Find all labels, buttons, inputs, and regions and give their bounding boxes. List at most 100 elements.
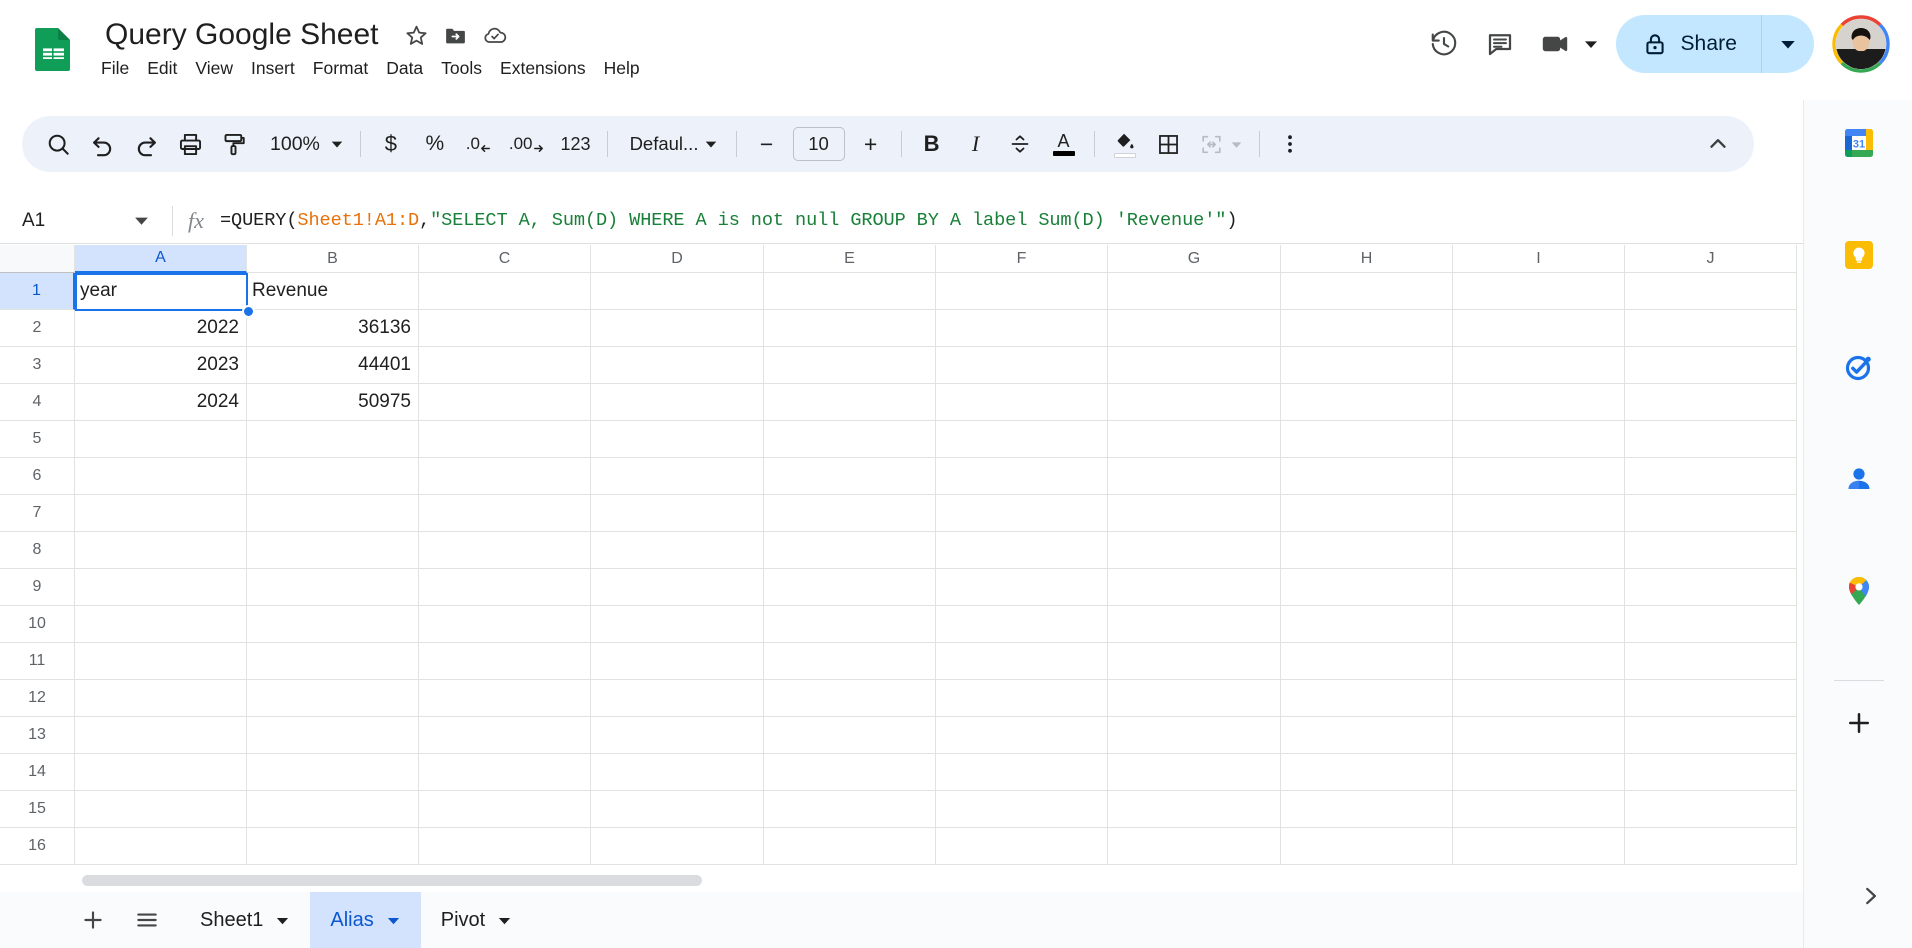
cell-D8[interactable] — [591, 532, 764, 569]
cell-I2[interactable] — [1453, 310, 1625, 347]
cell-H5[interactable] — [1281, 421, 1453, 458]
column-header-h[interactable]: H — [1281, 245, 1453, 273]
row-header-4[interactable]: 4 — [0, 384, 75, 421]
menu-insert[interactable]: Insert — [242, 54, 304, 82]
row-header-11[interactable]: 11 — [0, 643, 75, 680]
google-maps-icon[interactable] — [1836, 568, 1882, 614]
cell-D1[interactable] — [591, 273, 764, 310]
cell-G16[interactable] — [1108, 828, 1281, 865]
cell-H1[interactable] — [1281, 273, 1453, 310]
google-contacts-icon[interactable] — [1836, 456, 1882, 502]
cell-A16[interactable] — [75, 828, 247, 865]
cell-H12[interactable] — [1281, 680, 1453, 717]
paint-format-icon[interactable] — [214, 124, 254, 164]
menu-data[interactable]: Data — [377, 54, 432, 82]
cell-D3[interactable] — [591, 347, 764, 384]
cell-C4[interactable] — [419, 384, 591, 421]
cell-F2[interactable] — [936, 310, 1108, 347]
cell-G7[interactable] — [1108, 495, 1281, 532]
italic-button[interactable]: I — [956, 124, 996, 164]
cell-C8[interactable] — [419, 532, 591, 569]
menu-extensions[interactable]: Extensions — [491, 54, 595, 82]
undo-icon[interactable] — [82, 124, 122, 164]
collapse-toolbar-button[interactable] — [1698, 124, 1738, 164]
row-header-3[interactable]: 3 — [0, 347, 75, 384]
cell-F9[interactable] — [936, 569, 1108, 606]
all-sheets-menu-button[interactable] — [126, 899, 168, 941]
cell-B16[interactable] — [247, 828, 419, 865]
cell-F15[interactable] — [936, 791, 1108, 828]
cell-F16[interactable] — [936, 828, 1108, 865]
cell-C3[interactable] — [419, 347, 591, 384]
cell-F3[interactable] — [936, 347, 1108, 384]
cell-F11[interactable] — [936, 643, 1108, 680]
google-calendar-icon[interactable]: 31 — [1836, 120, 1882, 166]
cell-I1[interactable] — [1453, 273, 1625, 310]
cell-A15[interactable] — [75, 791, 247, 828]
cell-F5[interactable] — [936, 421, 1108, 458]
number-format-button[interactable]: 123 — [555, 124, 597, 164]
comment-icon[interactable] — [1476, 20, 1524, 68]
cell-E9[interactable] — [764, 569, 936, 606]
cell-D12[interactable] — [591, 680, 764, 717]
column-header-i[interactable]: I — [1453, 245, 1625, 273]
column-header-g[interactable]: G — [1108, 245, 1281, 273]
zoom-level-dropdown[interactable]: 100% — [258, 124, 350, 164]
cell-F4[interactable] — [936, 384, 1108, 421]
function-icon[interactable]: fx — [173, 208, 219, 234]
cell-F14[interactable] — [936, 754, 1108, 791]
cell-A2[interactable]: 2022 — [75, 310, 247, 347]
share-dropdown-icon[interactable] — [1762, 15, 1814, 73]
cell-G13[interactable] — [1108, 717, 1281, 754]
cell-I3[interactable] — [1453, 347, 1625, 384]
cell-I8[interactable] — [1453, 532, 1625, 569]
cell-G11[interactable] — [1108, 643, 1281, 680]
cell-E1[interactable] — [764, 273, 936, 310]
cell-I10[interactable] — [1453, 606, 1625, 643]
formula-input[interactable]: =QUERY(Sheet1!A1:D, "SELECT A, Sum(D) WH… — [220, 198, 1912, 244]
cell-A11[interactable] — [75, 643, 247, 680]
sheet-tab-dropdown-icon[interactable] — [275, 913, 290, 928]
currency-format-button[interactable]: $ — [371, 124, 411, 164]
star-icon[interactable] — [402, 20, 432, 50]
chevron-right-icon[interactable] — [1850, 876, 1890, 916]
menu-tools[interactable]: Tools — [432, 54, 491, 82]
decrease-font-size-button[interactable]: − — [747, 124, 787, 164]
cell-B14[interactable] — [247, 754, 419, 791]
cell-E8[interactable] — [764, 532, 936, 569]
row-header-14[interactable]: 14 — [0, 754, 75, 791]
column-header-j[interactable]: J — [1625, 245, 1797, 273]
decrease-decimal-button[interactable]: .0 — [459, 124, 499, 164]
horizontal-scrollbar-thumb[interactable] — [82, 875, 702, 886]
cell-G10[interactable] — [1108, 606, 1281, 643]
row-header-10[interactable]: 10 — [0, 606, 75, 643]
cell-C16[interactable] — [419, 828, 591, 865]
menu-edit[interactable]: Edit — [138, 54, 186, 82]
cell-C11[interactable] — [419, 643, 591, 680]
increase-font-size-button[interactable]: + — [851, 124, 891, 164]
font-family-dropdown[interactable]: Defaul... — [618, 124, 726, 164]
cloud-saved-icon[interactable] — [480, 20, 510, 50]
cell-I4[interactable] — [1453, 384, 1625, 421]
cell-A14[interactable] — [75, 754, 247, 791]
cell-E15[interactable] — [764, 791, 936, 828]
row-header-2[interactable]: 2 — [0, 310, 75, 347]
cell-H9[interactable] — [1281, 569, 1453, 606]
cell-J3[interactable] — [1625, 347, 1797, 384]
cell-C10[interactable] — [419, 606, 591, 643]
cell-B1[interactable]: Revenue — [247, 273, 419, 310]
cell-J8[interactable] — [1625, 532, 1797, 569]
cell-F13[interactable] — [936, 717, 1108, 754]
column-header-e[interactable]: E — [764, 245, 936, 273]
cell-A5[interactable] — [75, 421, 247, 458]
cell-B2[interactable]: 36136 — [247, 310, 419, 347]
cell-H3[interactable] — [1281, 347, 1453, 384]
cell-J10[interactable] — [1625, 606, 1797, 643]
cell-J7[interactable] — [1625, 495, 1797, 532]
cell-J16[interactable] — [1625, 828, 1797, 865]
fill-handle[interactable] — [242, 305, 255, 318]
cell-D6[interactable] — [591, 458, 764, 495]
cell-A10[interactable] — [75, 606, 247, 643]
cell-E6[interactable] — [764, 458, 936, 495]
row-header-6[interactable]: 6 — [0, 458, 75, 495]
